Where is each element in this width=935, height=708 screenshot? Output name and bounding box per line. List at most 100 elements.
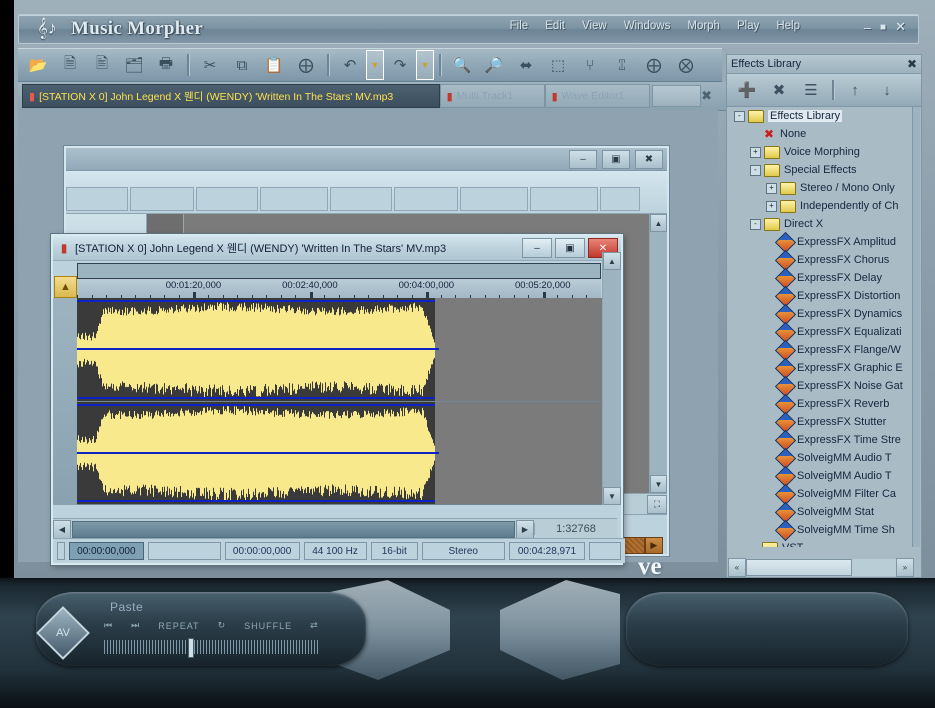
effects-tree-item[interactable]: SolveigMM Audio T (728, 465, 914, 487)
play-icon[interactable]: ▶ (644, 537, 663, 554)
scroll-thumb[interactable] (746, 559, 852, 576)
multitrack-play-chip[interactable]: ▶ (619, 537, 663, 554)
effects-tree-item[interactable]: ExpressFX Stutter (728, 411, 914, 433)
shuffle-icon[interactable]: ⇄ (310, 620, 319, 631)
effects-tree-item[interactable]: ExpressFX Delay (728, 267, 914, 289)
scroll-right-icon[interactable]: » (896, 558, 914, 577)
effects-tree-item[interactable]: ✖ None (728, 125, 914, 143)
collapse-icon[interactable]: - (734, 110, 745, 122)
menu-help[interactable]: Help (776, 20, 800, 32)
scroll-track[interactable] (603, 270, 621, 487)
add-effect-button[interactable]: ➕ (731, 76, 763, 104)
wave-minimize-button[interactable]: – (522, 238, 552, 258)
edit-effect-button[interactable]: ☰ (795, 76, 827, 104)
effects-tree-item[interactable]: ExpressFX Dynamics (728, 303, 914, 325)
effects-tree-item[interactable]: SolveigMM Stat (728, 501, 914, 523)
move-effect-down-button[interactable]: ↓ (871, 76, 903, 104)
effects-tree-item[interactable]: SolveigMM Time Sh (728, 519, 914, 541)
wave-restore-button[interactable]: ▣ (555, 238, 585, 258)
repeat-button[interactable]: REPEAT (158, 621, 199, 631)
scroll-thumb[interactable] (72, 520, 515, 538)
seek-slider[interactable] (104, 638, 320, 658)
zoom-fit-selection-icon[interactable]: ⬌ (510, 50, 542, 80)
effects-tree-item[interactable]: ExpressFX Chorus (728, 249, 914, 271)
copy-icon[interactable]: ⧉ (226, 50, 258, 80)
scroll-down-icon[interactable]: ▼ (603, 487, 621, 505)
multitrack-minimize-button[interactable]: – (569, 149, 597, 169)
fit-to-window-icon[interactable]: ⛶ (647, 494, 667, 514)
scroll-left-icon[interactable]: ◀ (53, 519, 71, 539)
effects-tree-item[interactable]: - Direct X (728, 215, 914, 233)
tab-multi-track1[interactable]: ▮ Multi Track1 (439, 84, 545, 108)
scroll-down-icon[interactable]: ▼ (650, 475, 667, 493)
new-wave-document-icon[interactable]: 🗎 (54, 50, 86, 80)
effects-tree-item[interactable]: ExpressFX Graphic E (728, 357, 914, 379)
cut-icon[interactable]: ✂ (194, 50, 226, 80)
effects-tree-item[interactable]: ExpressFX Noise Gat (728, 375, 914, 397)
previous-track-icon[interactable]: ⏮ (104, 620, 113, 631)
effects-tree-horizontal-scrollbar[interactable]: « » (728, 558, 914, 577)
open-wave-icon[interactable]: 📂 (22, 50, 54, 80)
maximize-icon[interactable]: ■ (880, 22, 886, 33)
effects-tree-item[interactable]: ExpressFX Distortion (728, 285, 914, 307)
remove-effect-button[interactable]: ✖ (763, 76, 795, 104)
tab-active-document[interactable]: ▮ [STATION X 0] John Legend X 웬디 (WENDY)… (22, 84, 440, 108)
effects-tree-item[interactable]: ExpressFX Equalizati (728, 321, 914, 343)
collapse-icon[interactable]: - (750, 218, 761, 230)
redo-icon[interactable]: ↷ (384, 50, 416, 80)
shuffle-button[interactable]: SHUFFLE (244, 621, 292, 631)
wave-channel-left[interactable] (77, 298, 617, 402)
effects-tree-item[interactable]: ExpressFX Amplitud (728, 231, 914, 253)
menu-windows[interactable]: Windows (624, 20, 671, 32)
effects-tree-item[interactable]: - Special Effects (728, 161, 914, 179)
cursor-position-field[interactable]: 00:00:00,000 (68, 542, 144, 560)
menu-morph[interactable]: Morph (687, 20, 720, 32)
repeat-icon[interactable]: ↻ (218, 620, 227, 631)
zoom-in-horizontal-icon[interactable]: 🔍 (446, 50, 478, 80)
print-wave-icon[interactable]: 🖶 (150, 50, 182, 80)
effects-tree[interactable]: - Effects Library ✖ None + Voice Morphing - Spe… (728, 107, 914, 547)
zoom-to-trough-icon[interactable]: ⑄ (606, 50, 638, 80)
paste-icon[interactable]: 📋 (258, 50, 290, 80)
expand-icon[interactable]: + (766, 200, 777, 212)
mix-paste-icon[interactable]: ⨁ (290, 50, 322, 80)
redo-dropdown-icon[interactable]: ▼ (416, 50, 434, 80)
wave-channel-right[interactable] (77, 401, 617, 505)
wave-editor-title-bar[interactable]: ▮ [STATION X 0] John Legend X 웬디 (WENDY)… (53, 236, 621, 261)
close-icon[interactable]: ✖ (907, 57, 917, 71)
wave-overview-bar[interactable] (77, 263, 601, 279)
undo-icon[interactable]: ↶ (334, 50, 366, 80)
effects-tree-item[interactable]: VST (728, 539, 914, 547)
scroll-up-icon[interactable]: ▲ (650, 214, 667, 232)
next-track-icon[interactable]: ⏭ (131, 620, 140, 631)
menu-file[interactable]: File (510, 20, 529, 32)
effects-tree-item[interactable]: ExpressFX Reverb (728, 393, 914, 415)
close-icon[interactable]: ✕ (895, 19, 906, 35)
collapse-ruler-icon[interactable]: ▲ (54, 276, 77, 298)
effects-tree-item[interactable]: + Voice Morphing (728, 143, 914, 161)
menu-edit[interactable]: Edit (545, 20, 565, 32)
scroll-left-icon[interactable]: « (728, 558, 746, 577)
wave-vertical-scrollbar[interactable]: ▲ ▼ (602, 252, 621, 505)
effects-tree-item[interactable]: + Independently of Ch (728, 197, 914, 215)
wave-horizontal-scrollbar[interactable]: ◀ ▶ (53, 519, 534, 539)
zoom-to-peak-icon[interactable]: ⑂ (574, 50, 606, 80)
collapse-icon[interactable]: - (750, 164, 761, 176)
tab-wave-editor1[interactable]: ▮ Wave Editor1 (544, 84, 650, 108)
minimize-icon[interactable]: – (864, 20, 871, 35)
menu-play[interactable]: Play (737, 20, 759, 32)
zoom-out-vertical-icon[interactable]: ⨂ (670, 50, 702, 80)
save-as-wave-icon[interactable]: 🗂 (118, 50, 150, 80)
multitrack-close-button[interactable]: ✖ (635, 149, 663, 169)
effects-tree-vertical-scrollbar[interactable] (912, 107, 920, 547)
scroll-up-icon[interactable]: ▲ (603, 252, 621, 270)
scroll-track[interactable] (650, 232, 667, 475)
zoom-fit-all-icon[interactable]: ⬚ (542, 50, 574, 80)
effects-tree-item[interactable]: SolveigMM Audio T (728, 447, 914, 469)
menu-view[interactable]: View (582, 20, 607, 32)
zoom-out-horizontal-icon[interactable]: 🔎 (478, 50, 510, 80)
effects-tree-item[interactable]: ExpressFX Flange/W (728, 339, 914, 361)
save-wave-icon[interactable]: 🖹 (86, 50, 118, 80)
multitrack-restore-button[interactable]: ▣ (602, 149, 630, 169)
effects-tree-item[interactable]: ExpressFX Time Stre (728, 429, 914, 451)
